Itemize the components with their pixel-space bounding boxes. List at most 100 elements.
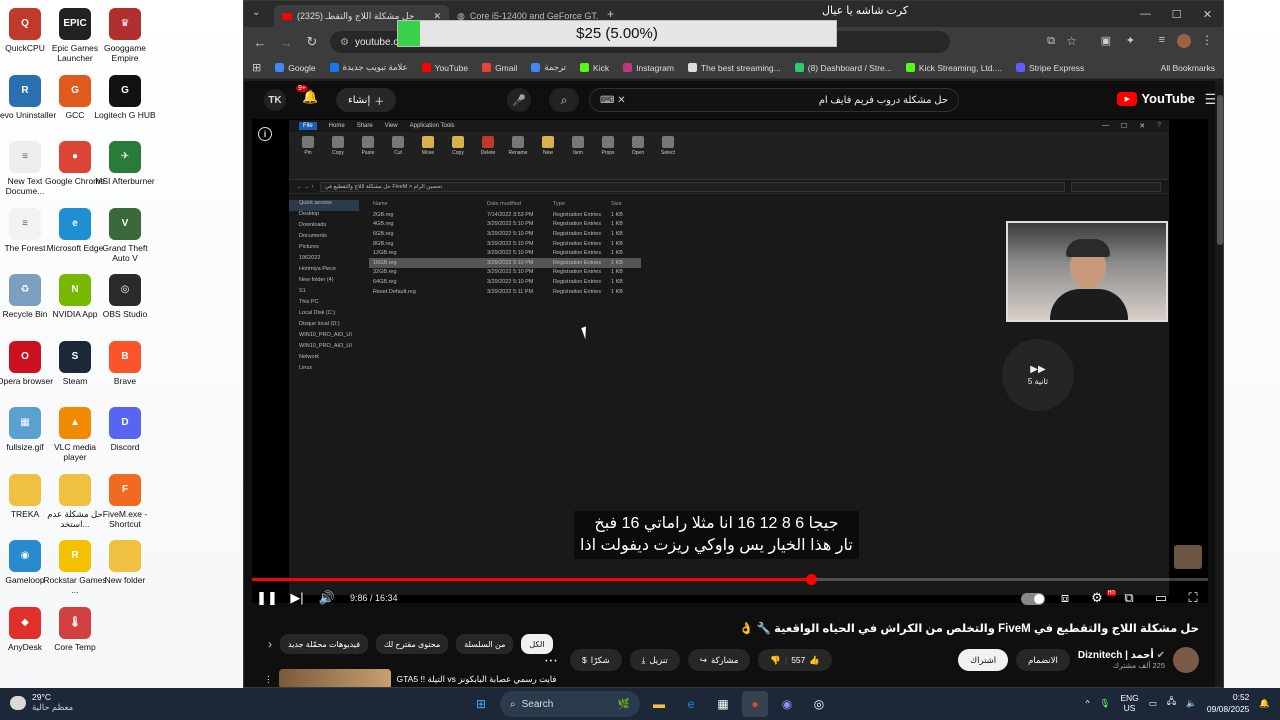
desktop-icon[interactable]: V Grand Theft Auto V (93, 207, 157, 263)
chrome-icon[interactable]: ● (742, 691, 768, 717)
theater-mode-icon[interactable]: ▭ (1146, 590, 1176, 606)
volume-icon[interactable]: 🔊 (312, 590, 342, 606)
subscribe-button[interactable]: اشتراك (958, 649, 1009, 671)
weather-widget[interactable]: 29°C معظم حالية (10, 692, 73, 713)
channel-name[interactable]: ✔ أحمد | Diznitech (1078, 650, 1165, 661)
file-type: Registration Entries (553, 269, 601, 276)
bookmark-item[interactable]: Instagram (623, 63, 674, 73)
desktop-icon[interactable]: ✈ MSI Afterburner (93, 141, 157, 186)
desktop-icon[interactable]: 🌡 Core Temp (43, 606, 107, 652)
page-scrollbar[interactable] (1215, 81, 1223, 687)
captions-icon[interactable]: ⧈ (1050, 590, 1080, 606)
extension-icon[interactable]: ▣ (1101, 34, 1111, 47)
puzzle-icon[interactable]: ✦ (1126, 34, 1135, 47)
forward-icon[interactable]: → (278, 35, 294, 50)
media-icon[interactable]: ≡ (1159, 34, 1165, 46)
like-icon[interactable]: 👍 (809, 655, 820, 666)
discord-icon[interactable]: ◉ (774, 691, 800, 717)
minimize-icon[interactable]: — (1130, 1, 1161, 27)
youtube-logo[interactable]: ▶ YouTube (1117, 91, 1195, 106)
profile-avatar[interactable] (1177, 34, 1191, 48)
miniplayer-icon[interactable]: ⧉ (1114, 590, 1144, 606)
desktop-icon[interactable]: F FiveM.exe - Shortcut (93, 473, 157, 529)
filter-chip[interactable]: فيديوهات محمّلة جديد (280, 634, 369, 654)
tab-search-icon[interactable]: ⌄ (252, 7, 260, 18)
language-indicator[interactable]: ENG US (1120, 693, 1138, 713)
fullscreen-icon[interactable]: ⛶ (1178, 590, 1208, 606)
filter-chip[interactable]: من السلسلة (456, 634, 514, 654)
account-avatar[interactable]: TK (264, 89, 286, 111)
desktop-icon[interactable]: D Discord (93, 407, 157, 452)
rec-thumbnail[interactable] (278, 669, 391, 687)
like-dislike-button[interactable]: 👎 | 557 👍 (758, 649, 832, 671)
thanks-button[interactable]: $ شكرًا (570, 649, 622, 671)
bookmark-item[interactable]: The best streaming... (687, 63, 781, 73)
info-icon[interactable]: i (258, 127, 272, 141)
file-type: Registration Entries (553, 240, 601, 247)
taskbar-search[interactable]: ⌕ Search 🌿 (500, 691, 640, 717)
desktop-icon[interactable]: G Logitech G HUB (93, 74, 157, 120)
join-button[interactable]: الانضمام (1016, 649, 1070, 671)
search-icon[interactable]: ⌕ (549, 88, 579, 112)
maximize-icon[interactable]: ☐ (1161, 1, 1192, 27)
voice-search-icon[interactable]: 🎤 (507, 88, 531, 112)
channel-watermark[interactable] (1174, 545, 1202, 569)
search-input[interactable]: حل مشكلة دروب فريم فايف ام ✕ ⌨ (589, 88, 959, 112)
star-icon[interactable]: ☆ (1066, 34, 1077, 48)
site-info-icon[interactable]: ⚙ (340, 37, 349, 48)
volume-tray-icon[interactable]: 🔈 (1186, 698, 1197, 709)
video-player[interactable]: i — ☐ ✕? File Home Share View Application Tool… (252, 119, 1208, 603)
filter-chip[interactable]: محتوى مقترح لك (376, 634, 449, 654)
tray-overflow-icon[interactable]: ^ (1086, 698, 1090, 708)
chips-prev-icon[interactable]: ‹ (268, 637, 272, 651)
download-button[interactable]: ⤓ تنزيل (629, 649, 680, 671)
file-date: 3/29/2022 5:10 PM (487, 240, 534, 247)
notification-center-icon[interactable]: 🔔 (1259, 698, 1270, 709)
back-icon[interactable]: ← (252, 35, 268, 50)
obs-icon[interactable]: ◎ (806, 691, 832, 717)
bookmark-item[interactable]: YouTube (421, 63, 468, 73)
file-explorer-icon[interactable]: ▬ (646, 691, 672, 717)
display-icon[interactable]: ▭ (1149, 698, 1157, 709)
bookmark-item[interactable]: Google (275, 63, 316, 73)
skip-forward-button[interactable]: ▶▶ 5 ثانية (1002, 339, 1074, 411)
bookmark-item[interactable]: Gmail (482, 63, 517, 73)
bookmark-item[interactable]: علامة تبويب جديدة (329, 62, 408, 73)
clear-search-icon[interactable]: ✕ ⌨ (600, 95, 626, 106)
next-icon[interactable]: ▶| (282, 590, 312, 606)
mic-icon[interactable]: 🎙 (1100, 698, 1111, 709)
autoplay-toggle[interactable] (1018, 591, 1048, 606)
menu-icon[interactable]: ⋮ (1201, 33, 1213, 47)
network-icon[interactable]: 🖧 (1167, 696, 1176, 710)
close-window-icon[interactable]: ✕ (1192, 1, 1223, 27)
create-button[interactable]: إنشاء ＋ (336, 88, 397, 112)
new-tab-icon[interactable]: + (607, 7, 614, 21)
rec-menu-icon[interactable]: ⋮ (264, 674, 273, 685)
progress-bar[interactable] (252, 574, 1208, 585)
desktop-icon[interactable]: B Brave (93, 340, 157, 386)
bookmark-item[interactable]: ترجمة (531, 62, 566, 73)
start-icon[interactable]: ⊞ (468, 691, 494, 717)
settings-gear-icon[interactable]: ⚙ HD (1082, 590, 1116, 606)
apps-icon[interactable]: ⊞ (252, 61, 261, 74)
bookmark-item[interactable]: Kick (580, 63, 609, 73)
recommendation-item[interactable]: فايت رسمي عصابة البابكونز vs التيلة !! G… (264, 669, 556, 687)
install-icon[interactable]: ⧉ (1047, 35, 1055, 48)
filter-chip[interactable]: الكل (521, 634, 553, 654)
store-icon[interactable]: ▦ (710, 691, 736, 717)
dislike-icon[interactable]: 👎 (770, 655, 781, 666)
share-button[interactable]: ↪ مشاركة (687, 649, 751, 671)
desktop-icon[interactable]: ♛ Googgame Empire (93, 8, 157, 63)
channel-avatar[interactable] (1173, 647, 1199, 673)
notifications-bell-icon[interactable]: 🔔 9+ (296, 85, 318, 105)
desktop-icon[interactable]: New folder (93, 540, 157, 585)
desktop-icon[interactable]: ◎ OBS Studio (93, 274, 157, 319)
edge-icon[interactable]: e (678, 691, 704, 717)
pause-icon[interactable]: ❚❚ (252, 590, 282, 606)
bookmark-item[interactable]: Stripe Express (1016, 63, 1084, 73)
bookmark-item[interactable]: (8) Dashboard / Stre... (794, 63, 892, 73)
clock[interactable]: 0:52 09/08/2025 (1207, 691, 1250, 715)
reload-icon[interactable]: ↻ (304, 34, 320, 50)
bookmark-item[interactable]: Kick Streaming, Ltd.... (905, 63, 1002, 73)
all-bookmarks-button[interactable]: All Bookmarks (1161, 63, 1215, 73)
